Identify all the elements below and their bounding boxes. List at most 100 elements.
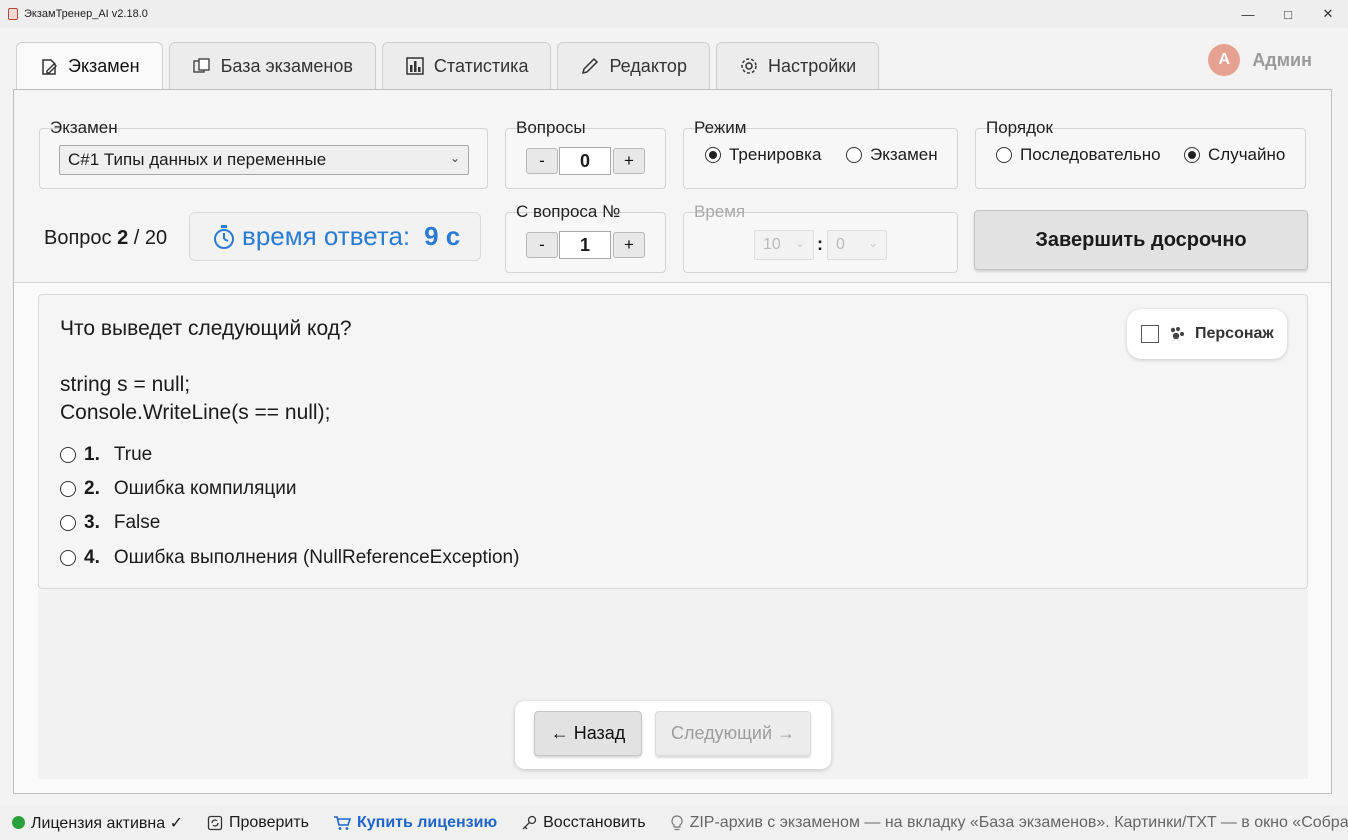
tab-settings-label: Настройки [767,55,857,76]
radio-empty-icon [60,515,76,531]
tab-exam-base[interactable]: База экзаменов [168,42,376,89]
answer-text: True [113,444,153,465]
license-status: Лицензия активна ✓ [0,813,195,833]
key-icon [522,815,537,829]
answer-option-2[interactable]: 2. Ошибка компиляции [60,478,297,500]
counter-separator: / [133,227,140,249]
time-seconds-value: 0 [836,236,845,253]
window-title: ЭкзамТренер_AI v2.18.0 [24,8,148,20]
maximize-button[interactable]: □ [1268,0,1308,28]
question-counter: Вопрос 2 / 20 [44,227,167,250]
gear-icon [741,58,757,74]
answer-timer: время ответа: 9 с [189,212,481,261]
cart-icon [333,815,351,830]
questions-minus-button[interactable]: - [526,148,558,174]
tab-exam-label: Экзамен [68,56,140,76]
timer-label: время ответа: [242,221,411,251]
hint-text: ZIP-архив с экзаменом — на вкладку «База… [658,814,1348,832]
lightbulb-icon [671,814,683,830]
tab-exam[interactable]: Экзамен [16,42,163,90]
user-block[interactable]: A Админ [1208,44,1312,76]
chevron-down-icon: ⌄ [794,236,805,250]
radio-selected-icon [1184,147,1200,163]
order-sequential-radio[interactable]: Последовательно [996,145,1161,165]
paw-icon [1170,327,1184,340]
chevron-down-icon: ⌄ [867,236,878,250]
exam-select-value: C#1 Типы данных и переменные [68,150,327,169]
time-minutes-select[interactable]: 10 ⌄ [754,230,814,260]
refresh-icon [207,815,223,830]
buy-license-button[interactable]: Купить лицензию [321,814,509,832]
mode-exam-radio[interactable]: Экзамен [846,145,938,165]
exam-settings-section: Экзамен C#1 Типы данных и переменные ⌄ В… [14,90,1331,283]
order-random-radio[interactable]: Случайно [1184,145,1285,165]
exam-group-label: Экзамен [50,118,118,137]
question-card: Что выведет следующий код? string s = nu… [38,294,1308,589]
pencil-icon [582,57,599,75]
hint-label: ZIP-архив с экзаменом — на вкладку «База… [689,813,1348,831]
answer-text: Ошибка компиляции [113,478,297,499]
from-question-input[interactable]: 1 [559,231,611,259]
radio-empty-icon [996,147,1012,163]
persona-checkbox[interactable] [1141,325,1159,343]
finish-early-button[interactable]: Завершить досрочно [974,210,1308,270]
restore-license-label: Восстановить [543,813,646,831]
questions-plus-button[interactable]: + [613,148,645,174]
restore-license-button[interactable]: Восстановить [509,814,657,832]
minimize-button[interactable]: — [1228,0,1268,28]
tab-settings[interactable]: Настройки [715,42,880,89]
mode-exam-label: Экзамен [870,145,938,164]
timer-value: 9 с [424,221,461,251]
answer-option-1[interactable]: 1. True [60,444,152,466]
answer-number: 4. [84,547,100,568]
exam-panel: Экзамен C#1 Типы данных и переменные ⌄ В… [13,89,1332,794]
questions-count-input[interactable]: 0 [559,147,611,175]
next-button[interactable]: Следующий → [655,711,811,756]
radio-empty-icon [60,447,76,463]
title-bar: ЭкзамТренер_AI v2.18.0 — □ ✕ [0,0,1348,28]
tab-statistics-label: Статистика [433,55,529,76]
order-sequential-label: Последовательно [1020,145,1161,164]
license-status-text: Лицензия активна ✓ [31,814,183,832]
questions-label: Вопросы [516,118,586,137]
app-icon [8,8,18,20]
from-question-label: С вопроса № [516,202,621,221]
back-button[interactable]: ← Назад [534,711,642,756]
counter-prefix: Вопрос [44,227,112,249]
answer-option-3[interactable]: 3. False [60,512,160,534]
check-license-button[interactable]: Проверить [195,814,321,832]
mode-training-radio[interactable]: Тренировка [705,145,821,165]
answer-option-4[interactable]: 4. Ошибка выполнения (NullReferenceExcep… [60,547,519,569]
time-seconds-select[interactable]: 0 ⌄ [827,230,887,260]
status-bar: Лицензия активна ✓ Проверить Купить лице… [0,805,1348,840]
user-name: Админ [1252,49,1312,70]
status-ok-icon [12,816,25,829]
chevron-down-icon: ⌄ [449,151,460,165]
from-question-minus-button[interactable]: - [526,232,558,258]
time-minutes-value: 10 [763,236,781,253]
tab-editor[interactable]: Редактор [557,42,710,89]
order-random-label: Случайно [1208,145,1286,164]
persona-label: Персонаж [1195,325,1274,342]
counter-current: 2 [117,227,129,249]
persona-toggle[interactable]: Персонаж [1127,309,1287,359]
answer-number: 1. [84,444,100,465]
counter-total: 20 [144,227,168,249]
answer-text: Ошибка выполнения (NullReferenceExceptio… [113,547,520,568]
main-tabs: Экзамен База экзаменов Статистика Редакт… [16,42,880,90]
time-separator: : [817,234,823,254]
radio-empty-icon [846,147,862,163]
exam-select[interactable]: C#1 Типы данных и переменные ⌄ [59,145,469,175]
order-label: Порядок [986,118,1053,137]
answer-number: 3. [84,512,100,533]
document-edit-icon [42,58,57,75]
question-text: Что выведет следующий код? string s = nu… [60,317,352,424]
copy-icon [192,58,210,73]
buy-license-label: Купить лицензию [356,813,498,831]
from-question-plus-button[interactable]: + [613,232,645,258]
answer-text: False [113,512,161,533]
tab-statistics[interactable]: Статистика [381,42,552,89]
close-button[interactable]: ✕ [1308,0,1348,28]
check-license-label: Проверить [228,813,309,831]
stopwatch-icon [214,224,234,249]
